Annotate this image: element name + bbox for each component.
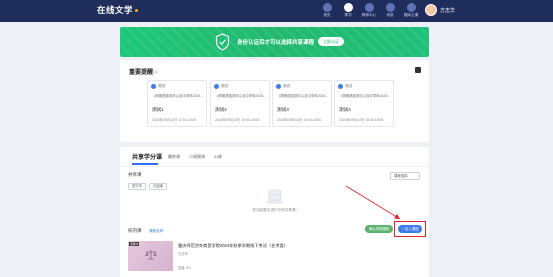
reminder-item[interactable]: 测试 《简明语感测字以及中学科2024... 测试3 2024年09月14日 1… (272, 80, 332, 127)
empty-state-text: 您当前暂无进行中的共享课~ (252, 208, 298, 212)
nav-item-cloud[interactable]: 题库云课 (397, 3, 425, 18)
reminders-title: 重要提醒 (129, 70, 154, 76)
reminders-card: 重要提醒 (4) 测试 《简明语感测字以及中学科2024... 测试1 2024… (120, 60, 429, 142)
filter-in-progress[interactable]: 进行中 (128, 183, 147, 190)
course-card: 共享学分课 翻转课 小规模课 AI课 共享课 进行中 已结束 课程选择 您当前暂… (120, 147, 429, 277)
school-course-label: 校内课 (128, 228, 142, 233)
username[interactable]: 方志华 (440, 7, 455, 14)
shared-course-label: 共享课 (128, 172, 142, 177)
home-icon (322, 3, 332, 12)
calendar-icon[interactable] (415, 67, 421, 73)
shield-icon (215, 33, 230, 51)
course-title[interactable]: 重庆师范涉外商贸学院2024年秋季学期线下考试（艺术类） (178, 243, 288, 249)
message-icon (385, 3, 395, 12)
empty-box-icon (266, 189, 284, 204)
top-navigation-bar: 在线文学 首页 学习 教师中心 消息 题库云课 方志华 (0, 0, 553, 22)
tab-shared-credit[interactable]: 共享学分课 (132, 152, 162, 161)
scale-icon (145, 250, 157, 260)
filter-ended[interactable]: 已结束 (149, 183, 168, 190)
reminders-count: (4) (153, 69, 158, 74)
verification-banner: 身份认证后才可以选择共享课程 立即认证 (120, 27, 429, 57)
confirm-term-courses-button[interactable]: 确认学期课程 (365, 225, 394, 233)
reminder-item[interactable]: 测试 《简明语感测字以及中学科2024... 测试2 2024年09月13日 1… (210, 80, 270, 127)
teacher-icon (364, 3, 374, 12)
reminder-item[interactable]: 测试 《简明语感测字以及中学科2024... 测试4 2024年09月14日 1… (334, 80, 394, 127)
cloud-icon (406, 3, 416, 12)
status-badge: 课程中 (129, 242, 140, 246)
test-icon (214, 84, 219, 89)
tab-small-scale[interactable]: 小规模课 (189, 154, 205, 160)
avatar[interactable] (425, 4, 437, 16)
banner-text: 身份认证后才可以选择共享课程 (237, 40, 315, 46)
test-icon (338, 84, 343, 89)
test-icon (151, 84, 156, 89)
book-icon (343, 3, 353, 12)
active-tab-indicator (132, 163, 158, 165)
course-select[interactable]: 课程选择 (390, 172, 420, 180)
course-teacher: 方志华 (178, 252, 189, 256)
reminder-item[interactable]: 测试 《简明语感测字以及中学科2024... 测试1 2024年09月13日 1… (147, 80, 207, 127)
tab-ai[interactable]: AI课 (214, 154, 222, 160)
highlight-box (394, 221, 426, 237)
brand-logo[interactable]: 在线文学 (97, 4, 139, 16)
verify-now-button[interactable]: 立即认证 (318, 37, 344, 46)
course-name-filter[interactable]: 课程名称 (149, 229, 163, 234)
tab-flipped[interactable]: 翻转课 (168, 154, 180, 160)
course-thumbnail[interactable]: 课程中 (128, 241, 173, 271)
test-icon (276, 84, 281, 89)
course-progress: 进度 0% (178, 266, 191, 270)
